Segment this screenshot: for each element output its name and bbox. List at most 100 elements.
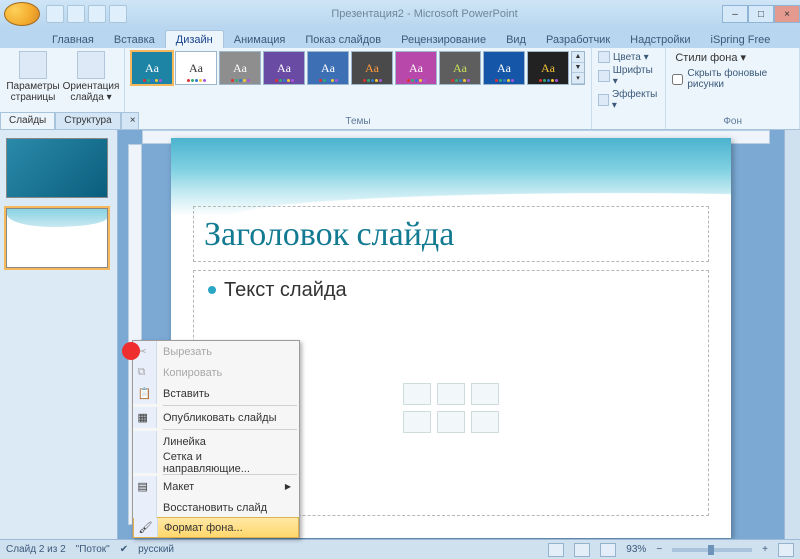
maximize-button[interactable]: □ xyxy=(748,5,774,23)
ctx-copy-label: Копировать xyxy=(163,367,222,379)
side-tab-outline[interactable]: Структура xyxy=(55,112,120,130)
qat-more-icon[interactable] xyxy=(109,5,127,23)
tab-home[interactable]: Главная xyxy=(42,31,104,48)
tab-animation[interactable]: Анимация xyxy=(224,31,296,48)
close-button[interactable]: × xyxy=(774,5,800,23)
theme-thumb-4[interactable]: Aa xyxy=(307,51,349,85)
tab-ispring[interactable]: iSpring Free xyxy=(701,31,781,48)
ctx-grid[interactable]: Сетка и направляющие... xyxy=(133,452,299,473)
group-label-themes: Темы xyxy=(131,114,585,129)
theme-thumb-0[interactable]: Aa xyxy=(131,51,173,85)
status-language[interactable]: русский xyxy=(138,544,174,555)
hide-bg-check-input[interactable] xyxy=(672,74,683,85)
zoom-thumb[interactable] xyxy=(708,545,714,555)
hide-bg-checkbox[interactable]: Скрыть фоновые рисунки xyxy=(672,68,793,90)
ctx-cut: ✂Вырезать xyxy=(133,341,299,362)
orientation-button[interactable]: Ориентация слайда ▾ xyxy=(64,51,118,103)
theme-thumb-5[interactable]: Aa xyxy=(351,51,393,85)
hide-bg-label: Скрыть фоновые рисунки xyxy=(687,68,793,90)
insert-table-icon[interactable] xyxy=(403,383,431,405)
insert-picture-icon[interactable] xyxy=(403,411,431,433)
title-placeholder[interactable]: Заголовок слайда xyxy=(193,206,709,262)
bg-styles-label: Стили фона ▾ xyxy=(675,51,746,64)
theme-colors-button[interactable]: Цвета ▾ xyxy=(598,51,659,63)
view-sorter-button[interactable] xyxy=(574,543,590,557)
theme-thumb-1[interactable]: Aa xyxy=(175,51,217,85)
content-placeholder-icons xyxy=(403,383,499,433)
insert-chart-icon[interactable] xyxy=(437,383,465,405)
publish-icon: ▦ xyxy=(138,411,152,425)
bg-styles-button[interactable]: Стили фона ▾ xyxy=(672,51,793,64)
group-background: Стили фона ▾ Скрыть фоновые рисунки Фон xyxy=(666,48,800,129)
tab-insert[interactable]: Вставка xyxy=(104,31,165,48)
insert-media-icon[interactable] xyxy=(471,411,499,433)
title-placeholder-text: Заголовок слайда xyxy=(204,214,454,254)
theme-thumb-9[interactable]: Aa xyxy=(527,51,569,85)
group-themes: AaAaAaAaAaAaAaAaAaAa▲▼▾ Темы xyxy=(125,48,592,129)
ctx-reset-label: Восстановить слайд xyxy=(163,502,267,514)
ctx-paste[interactable]: 📋Вставить xyxy=(133,383,299,404)
orientation-icon xyxy=(77,51,105,79)
theme-thumb-6[interactable]: Aa xyxy=(395,51,437,85)
status-spell-icon[interactable]: ✔ xyxy=(120,544,128,555)
paste-icon: 📋 xyxy=(138,387,152,401)
zoom-slider[interactable] xyxy=(672,548,752,552)
group-theme-options: Цвета ▾ Шрифты ▾ Эффекты ▾ xyxy=(592,48,666,129)
annotation-marker xyxy=(122,342,140,360)
theme-thumb-3[interactable]: Aa xyxy=(263,51,305,85)
chevron-right-icon: ▶ xyxy=(285,482,291,491)
theme-thumb-7[interactable]: Aa xyxy=(439,51,481,85)
tab-design[interactable]: Дизайн xyxy=(165,30,224,48)
side-tab-close[interactable]: × xyxy=(121,112,139,130)
minimize-button[interactable]: – xyxy=(722,5,748,23)
side-tab-slides[interactable]: Слайды xyxy=(0,112,55,130)
status-slide-info: Слайд 2 из 2 xyxy=(6,544,66,555)
tab-slideshow[interactable]: Показ слайдов xyxy=(295,31,391,48)
tab-developer[interactable]: Разработчик xyxy=(536,31,620,48)
insert-smartart-icon[interactable] xyxy=(471,383,499,405)
ctx-reset[interactable]: Восстановить слайд xyxy=(133,497,299,518)
theme-effects-button[interactable]: Эффекты ▾ xyxy=(598,89,659,111)
office-button[interactable] xyxy=(4,2,40,26)
theme-thumb-2[interactable]: Aa xyxy=(219,51,261,85)
ctx-layout[interactable]: ▤Макет▶ xyxy=(133,476,299,497)
status-bar: Слайд 2 из 2 "Поток" ✔ русский 93% − + xyxy=(0,539,800,559)
zoom-in-button[interactable]: + xyxy=(762,544,768,555)
ctx-separator xyxy=(163,429,297,430)
themes-more-button[interactable]: ▲▼▾ xyxy=(571,51,585,85)
zoom-value[interactable]: 93% xyxy=(626,544,646,555)
theme-thumb-8[interactable]: Aa xyxy=(483,51,525,85)
zoom-out-button[interactable]: − xyxy=(656,544,662,555)
qat-save-icon[interactable] xyxy=(46,5,64,23)
quick-access-toolbar xyxy=(46,5,127,23)
page-params-icon xyxy=(19,51,47,79)
ctx-cut-label: Вырезать xyxy=(163,346,212,358)
slide-thumb-1[interactable] xyxy=(6,138,108,198)
colors-icon xyxy=(598,51,610,63)
ctx-publish[interactable]: ▦Опубликовать слайды xyxy=(133,407,299,428)
tab-addins[interactable]: Надстройки xyxy=(620,31,700,48)
view-slideshow-button[interactable] xyxy=(600,543,616,557)
ctx-format-bg-label: Формат фона... xyxy=(164,522,243,534)
thumb-wave-decor xyxy=(7,209,107,227)
qat-redo-icon[interactable] xyxy=(88,5,106,23)
ctx-format-background[interactable]: 🖌Формат фона... xyxy=(133,517,299,538)
theme-fonts-button[interactable]: Шрифты ▾ xyxy=(598,65,659,87)
vertical-scrollbar[interactable] xyxy=(784,130,800,539)
page-params-button[interactable]: Параметры страницы xyxy=(6,51,60,103)
fit-to-window-button[interactable] xyxy=(778,543,794,557)
tab-review[interactable]: Рецензирование xyxy=(391,31,496,48)
group-label-themeopts xyxy=(598,114,659,129)
view-normal-button[interactable] xyxy=(548,543,564,557)
theme-colors-label: Цвета ▾ xyxy=(613,52,649,63)
ctx-ruler[interactable]: Линейка xyxy=(133,431,299,452)
copy-icon: ⧉ xyxy=(138,366,152,380)
fonts-icon xyxy=(598,70,610,82)
orientation-label: Ориентация слайда ▾ xyxy=(63,81,120,103)
insert-clipart-icon[interactable] xyxy=(437,411,465,433)
qat-undo-icon[interactable] xyxy=(67,5,85,23)
tab-view[interactable]: Вид xyxy=(496,31,536,48)
slide-thumb-2[interactable] xyxy=(6,208,108,268)
ctx-ruler-label: Линейка xyxy=(163,436,206,448)
workspace: Слайды Структура × Заголовок слайда Текс… xyxy=(0,130,800,539)
